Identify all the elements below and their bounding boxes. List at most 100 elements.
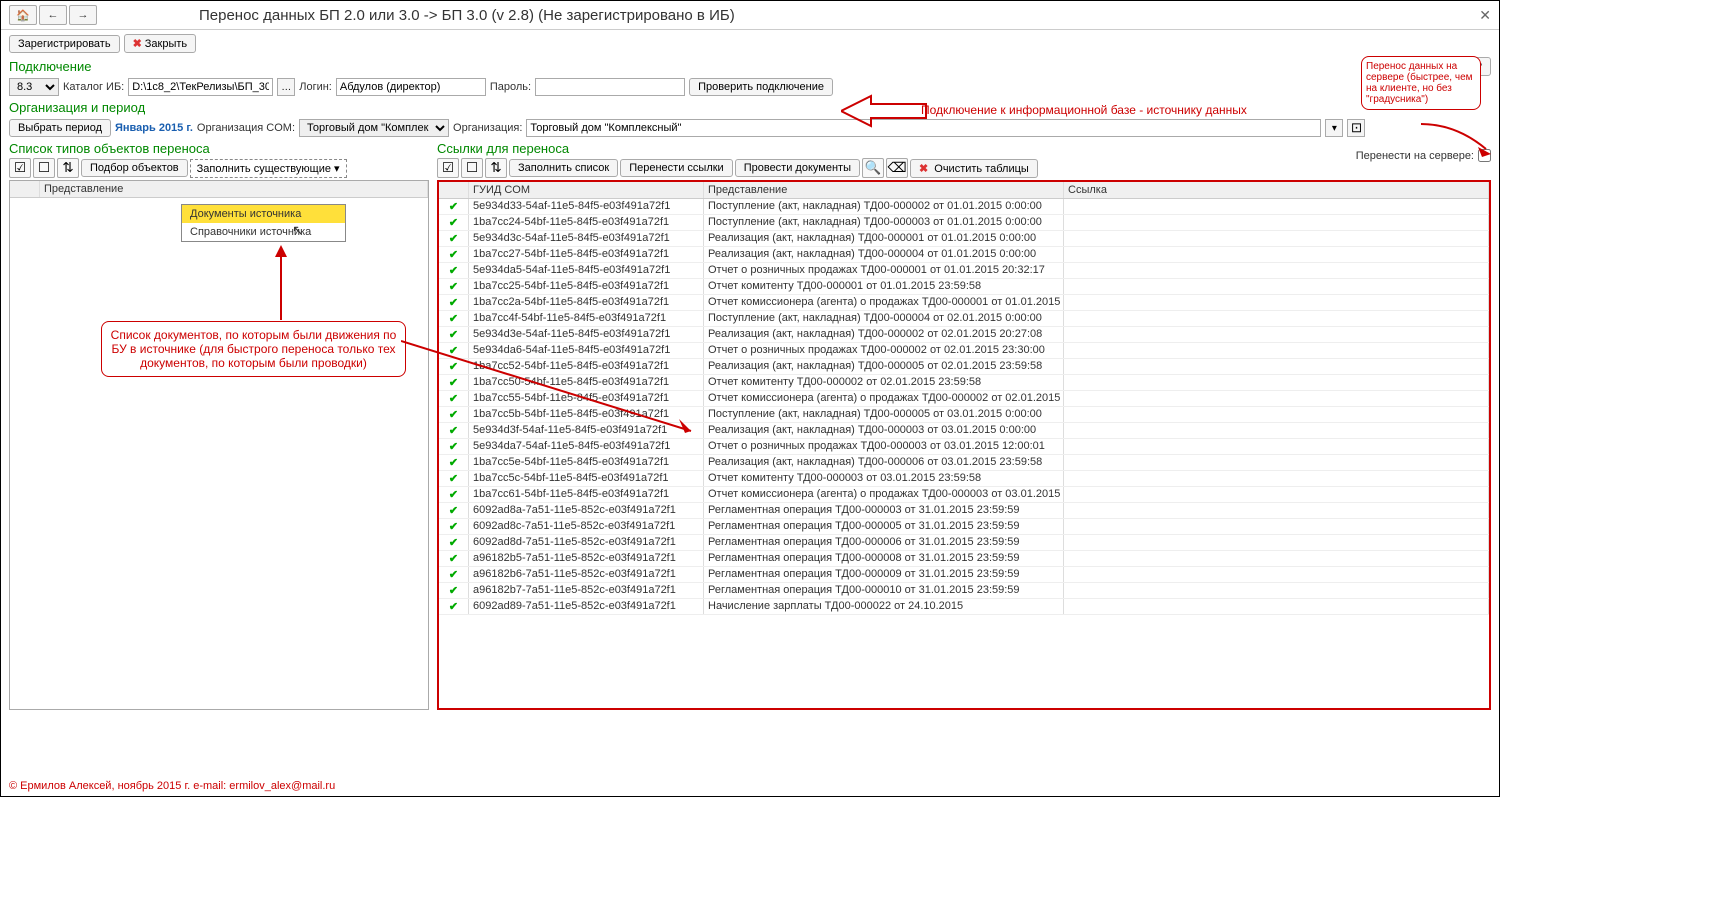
row-link <box>1064 263 1489 278</box>
table-row[interactable]: ✔1ba7cc24-54bf-11e5-84f5-e03f491a72f1Пос… <box>439 215 1489 231</box>
uncheck-all-icon[interactable]: ☐ <box>33 158 55 178</box>
row-repr: Поступление (акт, накладная) ТД00-000002… <box>704 199 1064 214</box>
left-grid-body <box>10 198 428 698</box>
row-check[interactable]: ✔ <box>439 231 469 246</box>
row-link <box>1064 503 1489 518</box>
row-check[interactable]: ✔ <box>439 567 469 582</box>
row-repr: Регламентная операция ТД00-000005 от 31.… <box>704 519 1064 534</box>
row-check[interactable]: ✔ <box>439 487 469 502</box>
home-button[interactable]: 🏠 <box>9 5 37 25</box>
row-link <box>1064 407 1489 422</box>
row-check[interactable]: ✔ <box>439 455 469 470</box>
row-link <box>1064 487 1489 502</box>
table-row[interactable]: ✔5e934d33-54af-11e5-84f5-e03f491a72f1Пос… <box>439 199 1489 215</box>
uncheck-all-icon[interactable]: ☐ <box>461 158 483 178</box>
row-check[interactable]: ✔ <box>439 279 469 294</box>
clear-tables-button[interactable]: ✖ Очистить таблицы <box>910 159 1038 178</box>
row-link <box>1064 199 1489 214</box>
cancel-search-icon[interactable]: ⌫ <box>886 158 908 178</box>
annotation-server: Перенос данных на сервере (быстрее, чем … <box>1361 56 1481 110</box>
fill-list-button[interactable]: Заполнить список <box>509 159 618 177</box>
row-repr: Реализация (акт, накладная) ТД00-000002 … <box>704 327 1064 342</box>
connection-header: Подключение <box>1 57 1499 76</box>
table-row[interactable]: ✔6092ad8a-7a51-11e5-852c-e03f491a72f1Рег… <box>439 503 1489 519</box>
row-link <box>1064 583 1489 598</box>
pick-objects-button[interactable]: Подбор объектов <box>81 159 188 177</box>
annotation-arrow-4-icon <box>1416 119 1496 162</box>
row-repr: Отчет комиссионера (агента) о продажах Т… <box>704 487 1064 502</box>
row-guid: a96182b7-7a51-11e5-852c-e03f491a72f1 <box>469 583 704 598</box>
menu-refs-source[interactable]: Справочники источника <box>182 223 345 241</box>
row-check[interactable]: ✔ <box>439 519 469 534</box>
row-check[interactable]: ✔ <box>439 471 469 486</box>
check-all-icon[interactable]: ☑ <box>437 158 459 178</box>
row-link <box>1064 551 1489 566</box>
row-guid: 5e934d33-54af-11e5-84f5-e03f491a72f1 <box>469 199 704 214</box>
fill-existing-menu: Документы источника Справочники источник… <box>181 204 346 242</box>
table-row[interactable]: ✔6092ad8c-7a51-11e5-852c-e03f491a72f1Рег… <box>439 519 1489 535</box>
transfer-button[interactable]: Перенести ссылки <box>620 159 732 177</box>
row-check[interactable]: ✔ <box>439 263 469 278</box>
password-input[interactable] <box>535 78 685 96</box>
table-row[interactable]: ✔6092ad8d-7a51-11e5-852c-e03f491a72f1Рег… <box>439 535 1489 551</box>
col-representation: Представление <box>704 182 1064 198</box>
row-check[interactable]: ✔ <box>439 215 469 230</box>
row-guid: 6092ad8a-7a51-11e5-852c-e03f491a72f1 <box>469 503 704 518</box>
row-link <box>1064 311 1489 326</box>
row-link <box>1064 215 1489 230</box>
row-check[interactable]: ✔ <box>439 247 469 262</box>
forward-button[interactable]: → <box>69 5 97 25</box>
org-dropdown-button[interactable]: ▾ <box>1325 119 1343 137</box>
row-check[interactable]: ✔ <box>439 551 469 566</box>
search-icon[interactable]: 🔍 <box>862 158 884 178</box>
table-row[interactable]: ✔a96182b7-7a51-11e5-852c-e03f491a72f1Рег… <box>439 583 1489 599</box>
row-repr: Регламентная операция ТД00-000010 от 31.… <box>704 583 1064 598</box>
row-repr: Регламентная операция ТД00-000009 от 31.… <box>704 567 1064 582</box>
table-row[interactable]: ✔1ba7cc5e-54bf-11e5-84f5-e03f491a72f1Реа… <box>439 455 1489 471</box>
register-button[interactable]: Зарегистрировать <box>9 35 120 53</box>
row-check[interactable]: ✔ <box>439 295 469 310</box>
catalog-input[interactable] <box>128 78 273 96</box>
version-select[interactable]: 8.3 <box>9 78 59 96</box>
table-row[interactable]: ✔1ba7cc5c-54bf-11e5-84f5-e03f491a72f1Отч… <box>439 471 1489 487</box>
row-link <box>1064 391 1489 406</box>
row-check[interactable]: ✔ <box>439 199 469 214</box>
row-check[interactable]: ✔ <box>439 599 469 614</box>
table-row[interactable]: ✔a96182b6-7a51-11e5-852c-e03f491a72f1Рег… <box>439 567 1489 583</box>
org-open-button[interactable]: ⊡ <box>1347 119 1365 137</box>
back-button[interactable]: ← <box>39 5 67 25</box>
period-header: Организация и период <box>1 98 1499 117</box>
toggle-icon[interactable]: ⇅ <box>485 158 507 178</box>
row-check[interactable]: ✔ <box>439 583 469 598</box>
login-input[interactable] <box>336 78 486 96</box>
table-row[interactable]: ✔1ba7cc4f-54bf-11e5-84f5-e03f491a72f1Пос… <box>439 311 1489 327</box>
catalog-browse-button[interactable]: … <box>277 78 295 96</box>
table-row[interactable]: ✔5e934d3c-54af-11e5-84f5-e03f491a72f1Реа… <box>439 231 1489 247</box>
toggle-icon[interactable]: ⇅ <box>57 158 79 178</box>
row-link <box>1064 231 1489 246</box>
row-repr: Отчет о розничных продажах ТД00-000002 о… <box>704 343 1064 358</box>
table-row[interactable]: ✔5e934da5-54af-11e5-84f5-e03f491a72f1Отч… <box>439 263 1489 279</box>
org-com-select[interactable]: Торговый дом "Комплексный" <box>299 119 449 137</box>
row-repr: Реализация (акт, накладная) ТД00-000003 … <box>704 423 1064 438</box>
row-check[interactable]: ✔ <box>439 311 469 326</box>
table-row[interactable]: ✔1ba7cc27-54bf-11e5-84f5-e03f491a72f1Реа… <box>439 247 1489 263</box>
period-text: Январь 2015 г. <box>115 122 193 134</box>
close-icon[interactable]: ✕ <box>1479 7 1491 24</box>
row-guid: 6092ad8c-7a51-11e5-852c-e03f491a72f1 <box>469 519 704 534</box>
fill-existing-dropdown[interactable]: Заполнить существующие ▾ <box>190 159 347 178</box>
row-check[interactable]: ✔ <box>439 535 469 550</box>
table-row[interactable]: ✔1ba7cc61-54bf-11e5-84f5-e03f491a72f1Отч… <box>439 487 1489 503</box>
row-check[interactable]: ✔ <box>439 503 469 518</box>
table-row[interactable]: ✔a96182b5-7a51-11e5-852c-e03f491a72f1Рег… <box>439 551 1489 567</box>
table-row[interactable]: ✔1ba7cc25-54bf-11e5-84f5-e03f491a72f1Отч… <box>439 279 1489 295</box>
close-button[interactable]: ✖Закрыть <box>124 34 197 53</box>
select-period-button[interactable]: Выбрать период <box>9 119 111 137</box>
row-guid: 6092ad89-7a51-11e5-852c-e03f491a72f1 <box>469 599 704 614</box>
menu-documents-source[interactable]: Документы источника <box>182 205 345 223</box>
table-row[interactable]: ✔1ba7cc2a-54bf-11e5-84f5-e03f491a72f1Отч… <box>439 295 1489 311</box>
table-row[interactable]: ✔6092ad89-7a51-11e5-852c-e03f491a72f1Нач… <box>439 599 1489 615</box>
post-documents-button[interactable]: Провести документы <box>735 159 860 177</box>
check-connection-button[interactable]: Проверить подключение <box>689 78 833 96</box>
check-all-icon[interactable]: ☑ <box>9 158 31 178</box>
